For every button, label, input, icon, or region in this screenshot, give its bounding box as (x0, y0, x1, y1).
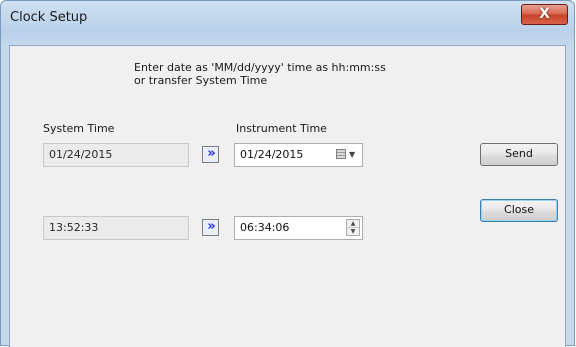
window-close-button[interactable]: X (521, 4, 568, 25)
time-spinner[interactable]: ▲ ▼ (346, 219, 360, 236)
calendar-dropdown-button[interactable]: ▼ (336, 148, 358, 161)
transfer-time-button[interactable]: » (202, 219, 219, 236)
calendar-icon (336, 149, 346, 159)
chevron-down-icon: ▼ (349, 150, 356, 159)
instructions-line-1: Enter date as 'MM/dd/yyyy' time as hh:mm… (134, 61, 386, 74)
spin-down-icon[interactable]: ▼ (347, 228, 359, 236)
system-time-field: 13:52:33 (43, 216, 189, 240)
instrument-time-label: Instrument Time (236, 122, 327, 135)
close-button[interactable]: Close (480, 199, 558, 222)
double-chevron-right-icon: » (207, 146, 216, 161)
instrument-date-picker[interactable]: 01/24/2015 ▼ (234, 143, 363, 167)
transfer-date-button[interactable]: » (202, 146, 219, 163)
instructions-line-2: or transfer System Time (134, 74, 268, 87)
instructions-text: Enter date as 'MM/dd/yyyy' time as hh:mm… (134, 61, 386, 87)
window-title: Clock Setup (10, 10, 88, 25)
dialog-body: Enter date as 'MM/dd/yyyy' time as hh:mm… (9, 45, 566, 347)
send-button[interactable]: Send (480, 143, 558, 166)
instrument-time-value: 06:34:06 (240, 221, 290, 234)
instrument-date-value: 01/24/2015 (240, 148, 304, 161)
title-bar[interactable]: Clock Setup X (1, 1, 574, 45)
double-chevron-right-icon: » (207, 219, 216, 234)
instrument-time-field[interactable]: 06:34:06 ▲ ▼ (234, 216, 363, 240)
spin-up-icon[interactable]: ▲ (347, 220, 359, 228)
system-time-label: System Time (43, 122, 115, 135)
close-icon: X (539, 6, 550, 22)
clock-setup-window: Clock Setup X Enter date as 'MM/dd/yyyy'… (0, 0, 575, 347)
system-date-field: 01/24/2015 (43, 143, 189, 167)
